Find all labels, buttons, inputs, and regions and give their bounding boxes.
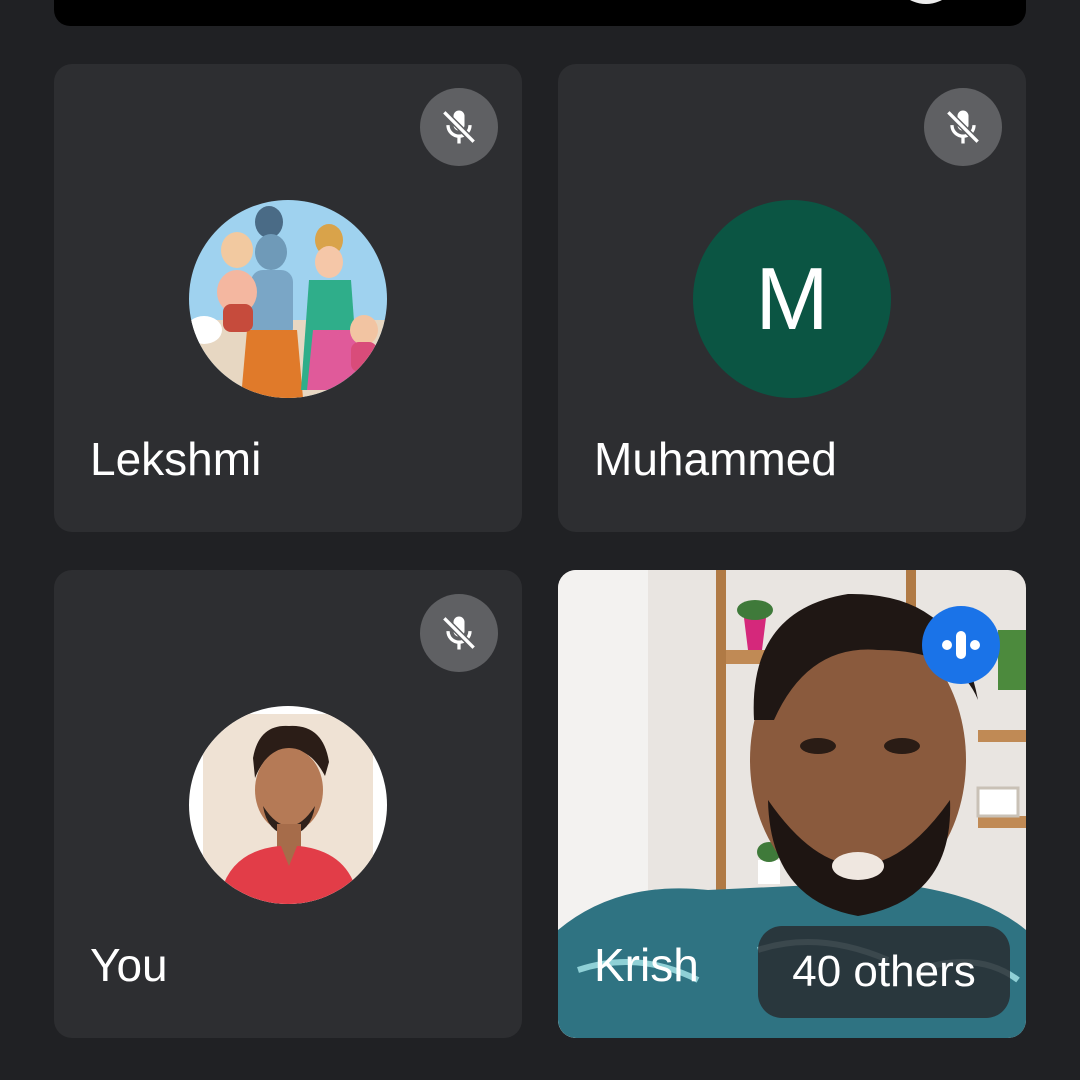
participant-tile-krish[interactable]: Krish 40 others <box>558 570 1026 1038</box>
participant-name: Muhammed <box>594 433 837 485</box>
participant-name: Lekshmi <box>90 433 262 485</box>
mic-off-icon <box>420 594 498 672</box>
participant-tile-muhammed[interactable]: M Muhammed <box>558 64 1026 532</box>
speaking-indicator-icon <box>922 606 1000 684</box>
top-control-bar <box>54 0 1026 26</box>
avatar-letter: M <box>693 200 891 398</box>
participant-name: Krish <box>594 939 699 991</box>
mic-off-icon <box>924 88 1002 166</box>
participant-name: You <box>90 939 168 991</box>
top-bar-button[interactable] <box>892 0 960 4</box>
others-count-button[interactable]: 40 others <box>758 926 1010 1018</box>
avatar <box>189 706 387 904</box>
mic-off-icon <box>420 88 498 166</box>
avatar <box>189 200 387 398</box>
participant-tile-you[interactable]: You <box>54 570 522 1038</box>
participant-tile-lekshmi[interactable]: Lekshmi <box>54 64 522 532</box>
